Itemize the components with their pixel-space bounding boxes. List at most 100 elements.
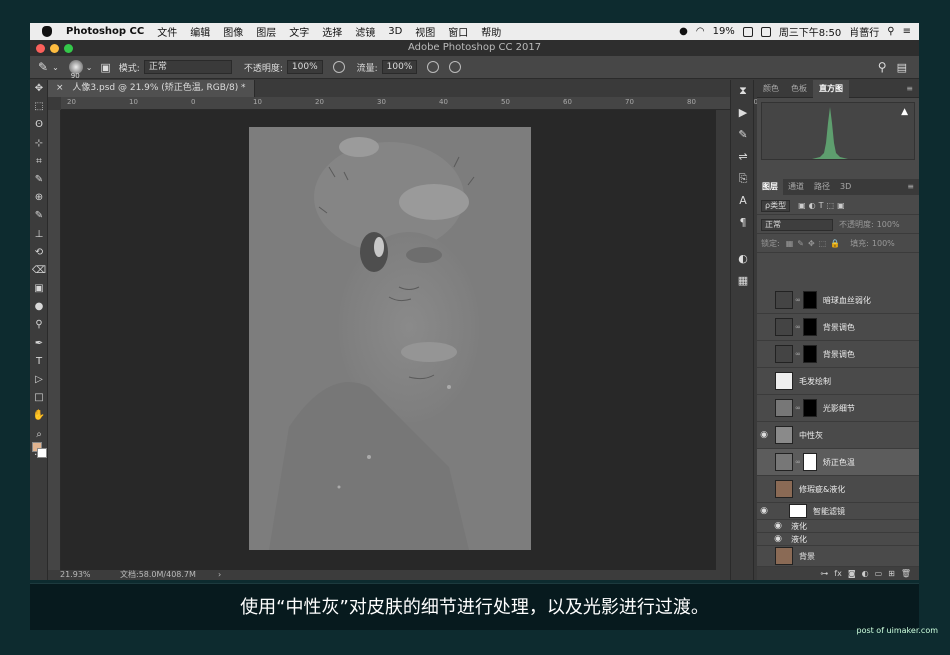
clock[interactable]: 周三下午8:50: [779, 24, 841, 39]
smart-filter-mask[interactable]: [789, 504, 807, 518]
layer-opacity-value[interactable]: 100%: [877, 220, 900, 229]
menu-file[interactable]: 文件: [157, 24, 177, 39]
layer-row[interactable]: ∞ 背景调色: [757, 341, 919, 368]
styles-panel-icon[interactable]: ▦: [731, 270, 755, 292]
menu-edit[interactable]: 编辑: [190, 24, 210, 39]
chevron-right-icon[interactable]: ›: [218, 570, 221, 580]
layer-filter-select[interactable]: ρ类型: [761, 199, 791, 212]
menu-view[interactable]: 视图: [415, 24, 435, 39]
blend-mode-select[interactable]: 正常: [761, 218, 833, 231]
layer-thumbnail[interactable]: [775, 426, 793, 444]
layer-mask-thumbnail[interactable]: [802, 345, 817, 363]
flow-input[interactable]: 100%: [381, 60, 418, 74]
link-icon[interactable]: ∞: [795, 350, 801, 358]
layer-mask-thumbnail[interactable]: [802, 453, 817, 471]
mode-select[interactable]: 正常: [143, 60, 232, 74]
layer-thumbnail[interactable]: [775, 318, 793, 336]
menu-help[interactable]: 帮助: [481, 24, 501, 39]
chevron-down-icon[interactable]: ⌄: [86, 63, 93, 72]
link-layers-icon[interactable]: ⊶: [820, 569, 828, 578]
tool-icon[interactable]: ⌫: [30, 262, 48, 280]
lock-icons[interactable]: ▦✎✥⬚🔒: [786, 239, 844, 248]
menu-app-name[interactable]: Photoshop CC: [66, 26, 144, 37]
search-icon[interactable]: ⚲: [887, 26, 894, 37]
panel-menu-icon[interactable]: ≡: [900, 80, 919, 98]
layer-row[interactable]: 背景: [757, 546, 919, 567]
brush-panel-icon[interactable]: ▣: [100, 61, 110, 74]
paragraph-panel-icon[interactable]: ¶: [731, 212, 755, 234]
document-image[interactable]: [249, 127, 531, 550]
brush-settings-icon[interactable]: ✎: [731, 124, 755, 146]
tool-icon[interactable]: ⊕: [30, 189, 48, 207]
close-window-button[interactable]: [36, 44, 45, 53]
layer-thumbnail[interactable]: [775, 480, 793, 498]
layer-mask-thumbnail[interactable]: [802, 399, 817, 417]
adjustment-layer-icon[interactable]: ◐: [862, 569, 869, 578]
pressure-opacity-icon[interactable]: [332, 61, 345, 73]
minimize-window-button[interactable]: [50, 44, 59, 53]
tool-icon[interactable]: ✥: [30, 80, 48, 98]
layer-thumbnail[interactable]: [775, 372, 793, 390]
tool-icon[interactable]: ⟲: [30, 244, 48, 262]
tool-icon[interactable]: ●: [30, 298, 48, 316]
tab-histogram[interactable]: 直方图: [813, 79, 849, 98]
layer-row[interactable]: ∞ 矫正色温: [757, 449, 919, 476]
tab-paths[interactable]: 路径: [809, 179, 835, 195]
tab-layers[interactable]: 图层: [757, 179, 783, 195]
visibility-eye-icon[interactable]: ◉: [771, 534, 785, 544]
layer-mask-thumbnail[interactable]: [802, 291, 817, 309]
layer-thumbnail[interactable]: [775, 547, 793, 565]
workspace-icon[interactable]: ▤: [897, 61, 907, 74]
menu-image[interactable]: 图像: [223, 24, 243, 39]
tool-icon[interactable]: ✎: [30, 171, 48, 189]
visibility-eye-icon[interactable]: ◉: [757, 506, 771, 516]
menu-3d[interactable]: 3D: [388, 26, 402, 37]
link-icon[interactable]: ∞: [795, 323, 801, 331]
tool-icon[interactable]: ⬚: [30, 98, 48, 116]
tool-icon[interactable]: ✎: [30, 207, 48, 225]
new-group-icon[interactable]: ▭: [875, 569, 883, 578]
layer-row[interactable]: ∞ 背景调色: [757, 314, 919, 341]
tool-icon[interactable]: ✒: [30, 335, 48, 353]
tab-3d[interactable]: 3D: [835, 179, 856, 195]
menu-select[interactable]: 选择: [322, 24, 342, 39]
battery-icon[interactable]: [742, 26, 753, 37]
wifi-icon[interactable]: ◠: [696, 26, 705, 37]
warning-icon[interactable]: ▲: [901, 107, 908, 117]
layer-thumbnail[interactable]: [775, 453, 793, 471]
link-icon[interactable]: ∞: [795, 296, 801, 304]
character-panel-icon[interactable]: A: [731, 190, 755, 212]
menu-window[interactable]: 窗口: [448, 24, 468, 39]
tool-icon[interactable]: □: [30, 389, 48, 407]
tool-icon[interactable]: ⌗: [30, 153, 48, 171]
airbrush-icon[interactable]: [427, 61, 440, 73]
pressure-size-icon[interactable]: [449, 61, 462, 73]
link-icon[interactable]: ∞: [795, 458, 801, 466]
opacity-input[interactable]: 100%: [286, 60, 323, 74]
history-icon[interactable]: ⧗: [731, 80, 755, 102]
tool-icon[interactable]: ▣: [30, 280, 48, 298]
apple-icon[interactable]: [42, 26, 52, 37]
chevron-down-icon[interactable]: ⌄: [52, 63, 59, 72]
input-method-icon[interactable]: [760, 26, 771, 37]
tool-icon[interactable]: ▷: [30, 371, 48, 389]
tab-color[interactable]: 颜色: [757, 80, 785, 98]
link-icon[interactable]: ∞: [795, 404, 801, 412]
filter-effect-row[interactable]: ◉ 液化: [757, 520, 919, 533]
background-color-swatch[interactable]: [37, 448, 47, 458]
trash-icon[interactable]: 🗑: [901, 569, 911, 578]
qq-icon[interactable]: ●: [679, 26, 688, 37]
menu-type[interactable]: 文字: [289, 24, 309, 39]
visibility-eye-icon[interactable]: ◉: [757, 430, 771, 440]
new-layer-icon[interactable]: ⊞: [888, 569, 895, 578]
tool-icon[interactable]: ⊹: [30, 135, 48, 153]
menu-filter[interactable]: 滤镜: [355, 24, 375, 39]
visibility-eye-icon[interactable]: ◉: [771, 521, 785, 531]
fx-icon[interactable]: fx: [834, 569, 842, 578]
tool-icon[interactable]: ⚲: [30, 316, 48, 334]
layer-thumbnail[interactable]: [775, 399, 793, 417]
layer-row[interactable]: ∞ 暗球血丝弱化: [757, 287, 919, 314]
tool-icon[interactable]: ✋: [30, 407, 48, 425]
menu-list-icon[interactable]: ≡: [903, 26, 911, 37]
tool-icon[interactable]: ʘ: [30, 116, 48, 134]
